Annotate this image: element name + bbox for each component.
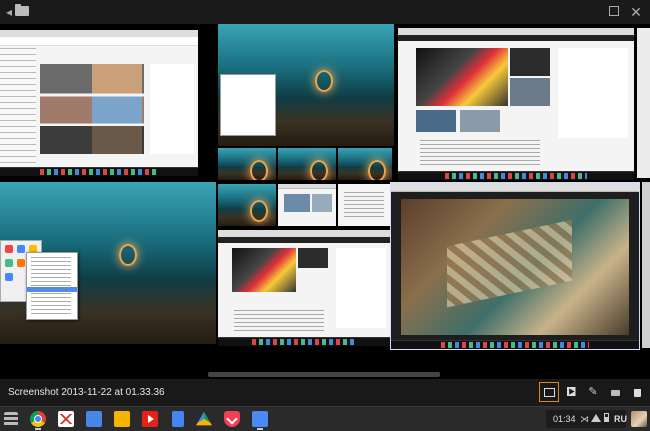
thumbnail-mosaic [0, 24, 650, 370]
slideshow-icon[interactable] [561, 382, 581, 402]
app-launcher-icon[interactable] [4, 412, 18, 426]
thumbnail[interactable] [0, 182, 216, 344]
thumbnail[interactable] [642, 182, 650, 348]
thumbnail[interactable] [218, 184, 276, 226]
running-indicator [257, 428, 263, 430]
thumbnail[interactable] [218, 230, 390, 346]
drive-icon[interactable] [196, 411, 212, 426]
mosaic-scroll-thumb[interactable] [208, 372, 440, 377]
thumbnail[interactable] [398, 28, 634, 180]
clock[interactable]: 01:34 [553, 414, 576, 424]
gallery-mode-icon[interactable] [539, 382, 559, 402]
running-indicator [35, 428, 41, 430]
avatar[interactable] [631, 411, 647, 427]
print-icon[interactable] [605, 382, 625, 402]
battery-icon[interactable] [604, 413, 609, 425]
docs-icon[interactable] [172, 411, 184, 427]
thumbnail[interactable] [278, 148, 336, 180]
shelf: 01:34 ⋊ RU [0, 406, 650, 431]
pocket-icon[interactable] [224, 411, 240, 427]
calendar-icon[interactable] [86, 411, 102, 427]
keep-icon[interactable] [114, 411, 130, 427]
thumbnail[interactable] [338, 148, 392, 180]
chrome-icon[interactable] [30, 411, 46, 427]
folder-icon[interactable] [15, 4, 29, 16]
youtube-icon[interactable] [142, 411, 158, 427]
maximize-icon[interactable] [608, 4, 620, 20]
selection-frame [390, 182, 640, 350]
files-icon[interactable] [252, 411, 268, 427]
mute-icon[interactable]: ⋊ [580, 413, 589, 425]
thumbnail[interactable] [218, 24, 394, 146]
thumbnail[interactable] [218, 148, 276, 180]
edit-icon[interactable]: ✎ [583, 382, 603, 402]
back-arrow-icon[interactable]: ◂ [3, 4, 15, 20]
thumbnail[interactable] [0, 30, 198, 176]
close-icon[interactable]: ✕ [630, 4, 642, 20]
wifi-icon[interactable] [591, 413, 601, 425]
thumbnail[interactable] [338, 184, 390, 226]
viewer-toolbar: Screenshot 2013-11-22 at 01.33.36 ✎ [0, 379, 650, 406]
window-titlebar: ◂ ✕ [0, 0, 650, 24]
trash-icon[interactable] [627, 382, 647, 402]
input-language[interactable]: RU [614, 414, 627, 424]
gmail-icon[interactable] [58, 411, 74, 427]
thumbnail[interactable] [278, 184, 336, 226]
image-filename: Screenshot 2013-11-22 at 01.33.36 [8, 387, 165, 398]
thumbnail[interactable] [637, 28, 650, 178]
